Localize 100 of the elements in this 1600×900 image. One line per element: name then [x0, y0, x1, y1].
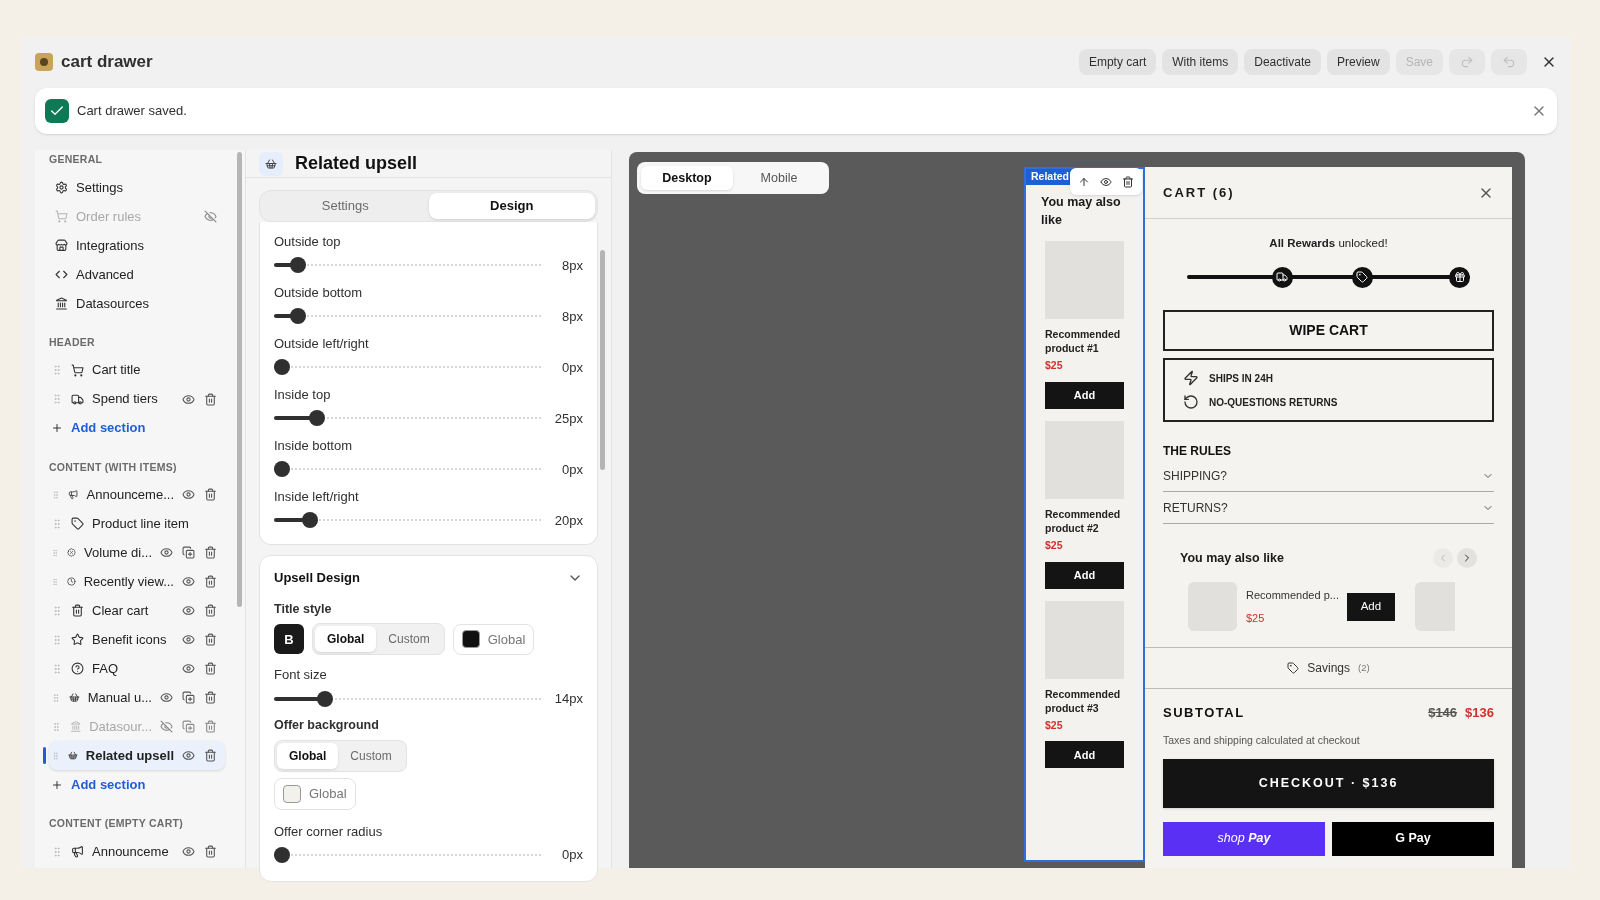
eye-icon[interactable]	[182, 845, 195, 858]
slider-track[interactable]	[274, 461, 541, 478]
slider-thumb[interactable]	[309, 410, 326, 427]
eye-off-icon[interactable]	[204, 209, 217, 223]
sidebar-item[interactable]: FAQ	[49, 654, 225, 684]
drag-handle-icon[interactable]	[51, 749, 61, 762]
device-tab[interactable]: Desktop	[641, 166, 733, 190]
bold-toggle[interactable]: B	[274, 624, 304, 655]
toolbar-button[interactable]: Empty cart	[1078, 49, 1157, 75]
eye-icon[interactable]	[182, 749, 195, 763]
add-button[interactable]: Add	[1045, 381, 1124, 409]
eye-icon[interactable]	[182, 662, 195, 676]
add-button[interactable]: Add	[1346, 592, 1395, 621]
scrollbar[interactable]	[237, 152, 242, 607]
eye-icon[interactable]	[160, 691, 173, 705]
sidebar-item[interactable]: Spend tiers	[49, 384, 225, 414]
color-picker[interactable]: Global	[452, 623, 535, 655]
sidebar-item[interactable]: Datasources	[49, 288, 225, 318]
sidebar-item[interactable]: Benefit icons	[49, 625, 225, 655]
tab[interactable]: Design	[428, 193, 595, 219]
sidebar-item[interactable]: Announceme...	[49, 480, 225, 510]
drag-handle-icon[interactable]	[51, 633, 63, 646]
slider-track[interactable]	[274, 512, 541, 529]
shop-pay-button[interactable]: shop Pay	[1163, 821, 1325, 856]
device-tab[interactable]: Mobile	[733, 166, 825, 190]
delete-icon[interactable]	[1122, 175, 1134, 188]
duplicate-icon[interactable]	[182, 546, 195, 560]
sidebar-item[interactable]: Clear cart	[49, 596, 225, 626]
slider-track[interactable]	[274, 308, 541, 325]
add-button[interactable]: Add	[1045, 561, 1124, 589]
scrollbar[interactable]	[600, 250, 605, 470]
sidebar-item[interactable]: Cart title	[49, 355, 225, 385]
slider-thumb[interactable]	[274, 461, 290, 478]
drag-handle-icon[interactable]	[51, 604, 63, 617]
duplicate-icon[interactable]	[182, 691, 195, 705]
next-button[interactable]	[1457, 548, 1477, 569]
google-pay-button[interactable]: G Pay	[1332, 821, 1494, 856]
slider-track[interactable]	[274, 257, 541, 274]
faq-row[interactable]: SHIPPING?	[1163, 460, 1494, 493]
delete-icon[interactable]	[204, 633, 217, 647]
sidebar-item[interactable]: Integrations	[49, 230, 225, 260]
slider-track[interactable]	[274, 846, 541, 863]
slider-thumb[interactable]	[274, 359, 290, 376]
segment-option[interactable]: Custom	[376, 626, 442, 653]
slider-thumb[interactable]	[290, 257, 307, 274]
delete-icon[interactable]	[204, 845, 217, 858]
delete-icon[interactable]	[204, 662, 217, 676]
eye-icon[interactable]	[182, 488, 195, 502]
slider-thumb[interactable]	[316, 690, 333, 707]
drag-handle-icon[interactable]	[51, 845, 63, 858]
eye-icon[interactable]	[160, 546, 173, 560]
sidebar-item[interactable]: Settings	[49, 172, 225, 202]
eye-icon[interactable]	[1100, 175, 1112, 188]
related-upsell-block[interactable]: Related You may also like Recommended product #1 $25 Add Recommended product #2 $25 Add Recommended product #3 $25 Add	[1024, 167, 1145, 862]
add-section-link[interactable]: Add section	[49, 413, 146, 443]
tab[interactable]: Settings	[262, 193, 429, 219]
move-up-icon[interactable]	[1078, 175, 1090, 188]
color-picker[interactable]: Global	[274, 778, 356, 810]
sidebar-item[interactable]: Announceme	[49, 837, 225, 866]
wipe-cart-button[interactable]: WIPE CART	[1163, 310, 1494, 352]
drag-handle-icon[interactable]	[51, 691, 61, 704]
slider-thumb[interactable]	[301, 512, 318, 529]
sidebar-item[interactable]: Volume di...	[49, 538, 225, 568]
eye-icon[interactable]	[182, 392, 195, 406]
eye-icon[interactable]	[182, 575, 195, 589]
segment-option[interactable]: Custom	[338, 743, 404, 769]
segment-option[interactable]: Global	[315, 626, 377, 653]
drag-handle-icon[interactable]	[51, 393, 63, 405]
eye-icon[interactable]	[182, 633, 195, 647]
slider-track[interactable]	[274, 359, 541, 376]
drag-handle-icon[interactable]	[51, 662, 63, 675]
sidebar-item[interactable]: Manual u...	[49, 683, 225, 713]
add-button[interactable]: Add	[1045, 741, 1124, 769]
slider-thumb[interactable]	[274, 846, 290, 863]
toolbar-button[interactable]: With items	[1162, 49, 1239, 75]
drag-handle-icon[interactable]	[51, 488, 61, 501]
toolbar-button[interactable]: Deactivate	[1244, 49, 1321, 75]
duplicate-icon[interactable]	[182, 720, 195, 734]
sidebar-item[interactable]: Advanced	[49, 259, 225, 289]
delete-icon[interactable]	[204, 546, 217, 560]
slider-track[interactable]	[274, 690, 541, 707]
delete-icon[interactable]	[204, 488, 217, 502]
checkout-button[interactable]: CHECKOUT · $136	[1163, 758, 1494, 808]
delete-icon[interactable]	[204, 691, 217, 705]
eye-icon[interactable]	[182, 604, 195, 618]
eye-off-icon[interactable]	[160, 720, 173, 734]
slider-thumb[interactable]	[290, 308, 307, 325]
sidebar-item[interactable]: Product line item	[49, 509, 225, 539]
delete-icon[interactable]	[204, 749, 217, 763]
sidebar-item[interactable]: Recently view...	[49, 567, 225, 597]
slider-track[interactable]	[274, 410, 541, 427]
add-section-link[interactable]: Add section	[49, 770, 146, 800]
drag-handle-icon[interactable]	[51, 517, 63, 530]
segment-option[interactable]: Global	[277, 743, 339, 769]
delete-icon[interactable]	[204, 575, 217, 589]
faq-row[interactable]: RETURNS?	[1163, 492, 1494, 525]
drag-handle-icon[interactable]	[51, 720, 62, 733]
drag-handle-icon[interactable]	[51, 364, 63, 376]
delete-icon[interactable]	[204, 392, 217, 406]
delete-icon[interactable]	[204, 604, 217, 618]
